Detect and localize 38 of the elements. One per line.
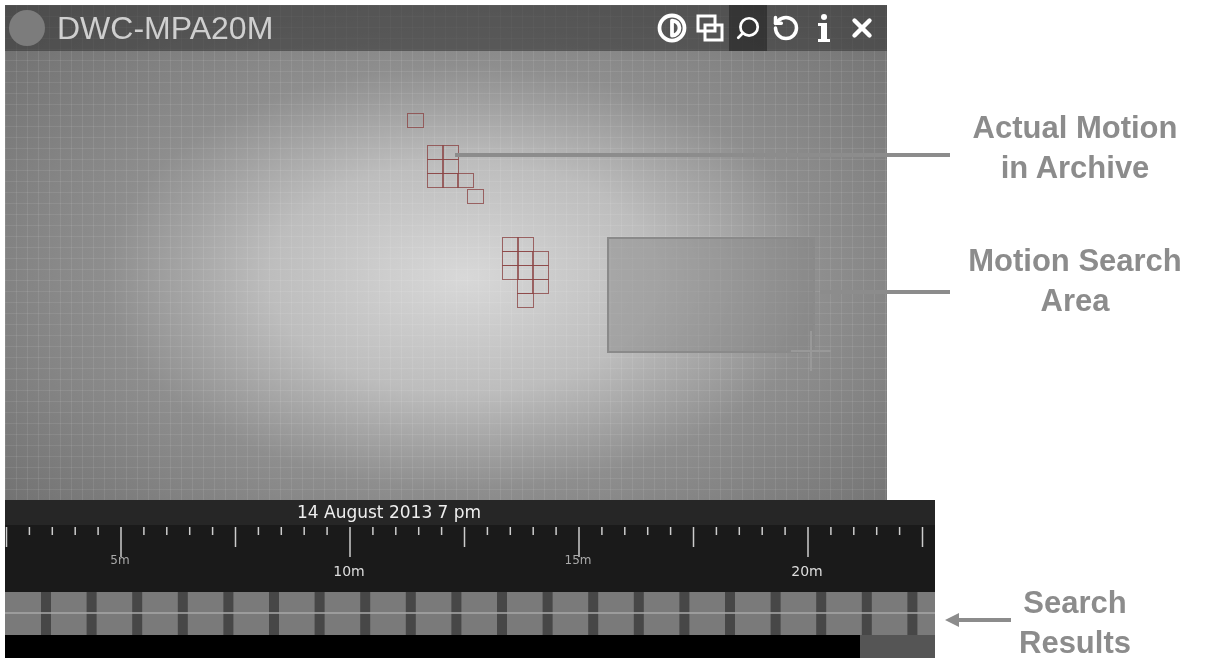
annotation-text: Search Results [1019, 584, 1131, 658]
motion-grid-cell [532, 279, 549, 294]
motion-grid-cell [457, 173, 474, 188]
motion-grid-cell [517, 251, 534, 266]
windows-icon [696, 14, 724, 42]
motion-grid-cell [532, 265, 549, 280]
search-button[interactable] [729, 5, 767, 51]
info-icon [817, 13, 831, 43]
motion-grid-cell [427, 173, 444, 188]
search-icon [735, 15, 761, 41]
time-label: 5m [110, 553, 130, 567]
motion-grid-cell [502, 265, 519, 280]
time-label: 20m [791, 563, 823, 579]
annotation-text: Motion Search Area [968, 242, 1182, 320]
motion-grid-cell [442, 159, 459, 174]
motion-grid-cell [467, 189, 484, 204]
motion-grid-cell [442, 173, 459, 188]
timeline-date: 14 August 2013 7 pm [5, 500, 935, 525]
timeline-ruler[interactable]: 5m 10m 15m 20m [5, 525, 935, 592]
motion-grid-cell [532, 251, 549, 266]
motion-grid-cell [517, 293, 534, 308]
rotate-icon [772, 14, 800, 42]
camera-title: DWC-MPA20M [57, 9, 275, 47]
annotation-text: Actual Motion in Archive [972, 109, 1178, 187]
motion-grid-cell [517, 237, 534, 252]
motion-grid-cell [407, 113, 424, 128]
search-results-strip[interactable] [5, 592, 935, 635]
status-dot [9, 10, 45, 46]
arrow-icon [945, 613, 1011, 627]
motion-grid-cell [502, 251, 519, 266]
contrast-icon [657, 13, 687, 43]
time-label: 15m [564, 553, 592, 567]
motion-grid-cell [517, 279, 534, 294]
motion-grid-cell [427, 145, 444, 160]
motion-grid-cell [502, 237, 519, 252]
motion-grid-cell [517, 265, 534, 280]
time-label: 10m [333, 563, 365, 579]
motion-grid-cell [427, 159, 444, 174]
